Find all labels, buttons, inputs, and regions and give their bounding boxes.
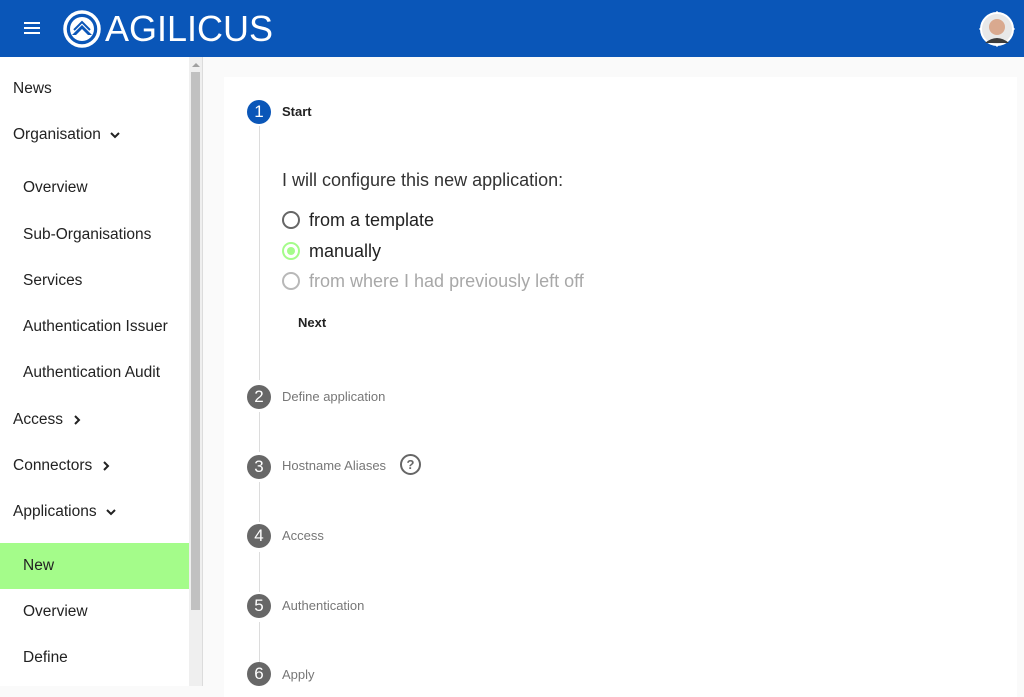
sidebar-item-access[interactable]: Access [0,397,189,443]
sidebar-item-label: Sub-Organisations [23,226,152,243]
step-connector [259,552,260,592]
sidebar-item-organisation[interactable]: Organisation [0,112,189,158]
sidebar-item-services[interactable]: Services [0,258,189,304]
sidebar-item-news[interactable]: News [0,66,189,112]
sidebar-nav: News Organisation Overview Sub-Organisation… [0,57,189,686]
sidebar-item-label: Authentication Issuer [23,318,168,335]
sidebar-item-label: Connectors [13,457,93,474]
sidebar-item-label: Authentication Audit [23,364,161,381]
hamburger-menu-icon[interactable] [20,18,44,38]
help-question-icon[interactable]: ? [400,454,421,475]
sidebar-item-define[interactable]: Define [0,635,189,681]
sidebar-item-label: Overview [23,603,88,620]
step-1-label[interactable]: Start [282,104,312,119]
sidebar-item-label: News [13,80,52,97]
step-connector [259,126,260,380]
sidebar-item-overview[interactable]: Overview [0,165,189,211]
option-label: from a template [309,209,435,230]
step-6-label[interactable]: Apply [282,667,315,682]
next-button[interactable]: Next [288,308,340,336]
sidebar-item-label: Organisation [13,126,101,143]
top-app-bar: AGILICUS [0,0,1024,57]
step-2-number[interactable]: 2 [247,385,271,409]
option-label: from where I had previously left off [309,270,584,291]
step-5-number[interactable]: 5 [247,594,271,618]
sidebar-item-label: Define [23,649,68,666]
step-4-number[interactable]: 4 [247,524,271,548]
sidebar-item-label: Applications [13,503,97,520]
step-connector [259,412,260,452]
sidebar-item-new[interactable]: New [0,543,189,589]
radio-previously-left-off [282,272,300,290]
radio-manually[interactable] [282,242,300,260]
chevron-down-icon [105,509,116,516]
sidebar-scrollbar[interactable] [189,57,203,686]
sidebar-item-applications[interactable]: Applications [0,489,189,535]
option-previously-left-off: from where I had previously left off [282,269,584,293]
option-from-template[interactable]: from a template [282,208,434,232]
sidebar-item-label: Access [13,411,63,428]
option-manually[interactable]: manually [282,239,381,263]
brand-logo[interactable]: AGILICUS [62,8,273,50]
sidebar-item-label: Overview [23,179,88,196]
chevron-down-icon [110,132,120,139]
step-2-label[interactable]: Define application [282,389,385,404]
chevron-right-icon [103,461,110,471]
user-avatar[interactable] [979,11,1015,47]
agilicus-logo-icon [63,10,101,48]
option-label: manually [309,240,382,261]
step-connector [259,622,260,662]
scrollbar-thumb[interactable] [191,72,200,610]
step-3-label[interactable]: Hostname Aliases [282,458,386,473]
step-3-number[interactable]: 3 [247,455,271,479]
sidebar-item-overview[interactable]: Overview [0,589,189,635]
sidebar-item-sub-organisations[interactable]: Sub-Organisations [0,212,189,258]
chevron-right-icon [74,415,81,425]
radio-from-template[interactable] [282,211,300,229]
configure-question: I will configure this new application: [282,170,564,190]
step-connector [259,482,260,522]
scroll-up-arrow-icon[interactable] [192,63,200,67]
step-5-label[interactable]: Authentication [282,598,364,613]
sidebar-item-label: Services [23,272,83,289]
sidebar-item-authentication-audit[interactable]: Authentication Audit [0,350,189,396]
step-6-number[interactable]: 6 [247,662,271,686]
sidebar-item-connectors[interactable]: Connectors [0,443,189,489]
sidebar-item-authentication-issuer[interactable]: Authentication Issuer [0,304,189,350]
brand-name: AGILICUS [105,8,274,49]
step-4-label[interactable]: Access [282,528,324,543]
sidebar-item-label: New [23,557,55,574]
step-1-number[interactable]: 1 [247,100,271,124]
